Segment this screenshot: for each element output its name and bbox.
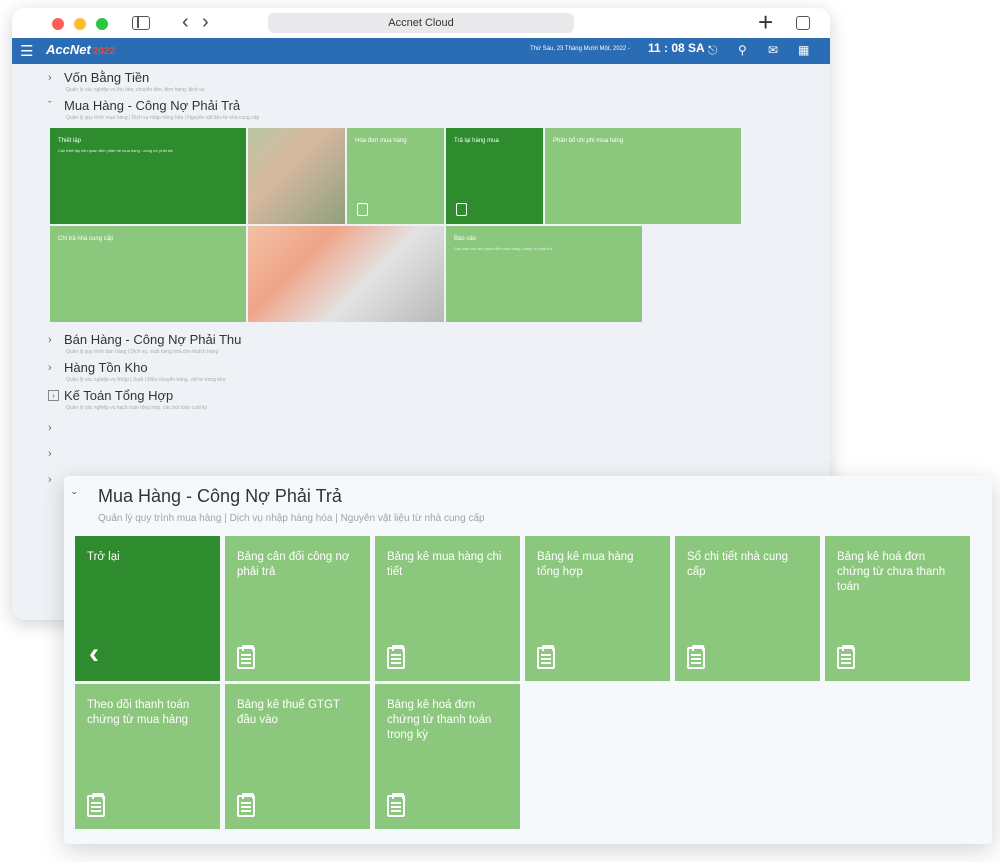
tile-label: Phân bổ chi phí mua hàng (553, 138, 624, 144)
document-icon (456, 203, 467, 216)
tile-label: Bảng kê mua hàng chi tiết (387, 551, 502, 578)
module-group[interactable]: › Bán Hàng - Công Nợ Phải Thu Quản lý quy… (48, 332, 830, 356)
module-header[interactable]: ˇ Mua Hàng - Công Nợ Phải Trả (72, 486, 342, 507)
module-subtitle: Quản lý các nghiệp vụ hạch toán tổng hợp… (66, 405, 208, 411)
tab-overview-icon[interactable] (796, 16, 810, 30)
forward-arrow-icon[interactable]: › (202, 10, 209, 34)
module-group[interactable]: › Vốn Bằng Tiền Quản lý các nghiệp vụ thu… (48, 70, 830, 94)
tile-reports[interactable]: Báo cáo Các báo cáo liên quan đến mua hà… (446, 226, 642, 322)
document-icon (357, 203, 368, 216)
clipboard-icon (237, 645, 255, 669)
minimize-window-button[interactable] (74, 18, 86, 30)
module-list: › Vốn Bằng Tiền Quản lý các nghiệp vụ thu… (12, 64, 830, 486)
module-title: Kế Toán Tổng Hợp (64, 388, 174, 403)
sidebar-toggle-icon[interactable] (132, 16, 150, 30)
tile-purchase-invoice[interactable]: Hóa đơn mua hàng (347, 128, 444, 224)
back-tile[interactable]: Trở lại ‹ (75, 536, 220, 681)
tile-label: Sổ chi tiết nhà cung cấp (687, 551, 789, 578)
module-title: Hàng Tồn Kho (64, 360, 148, 375)
browser-titlebar: ‹ › Accnet Cloud + (12, 8, 830, 38)
module-title: Vốn Bằng Tiền (64, 70, 150, 85)
tile-label: Bảng kê thuế GTGT đầu vào (237, 699, 340, 726)
tile-label: Trở lại (87, 551, 120, 563)
clipboard-icon (837, 645, 855, 669)
chevron-right-icon: › (48, 71, 52, 84)
tile-payables-balance[interactable]: Bảng cân đối công nợ phải trả (225, 536, 370, 681)
clipboard-icon (687, 645, 705, 669)
module-group[interactable]: › (48, 448, 830, 460)
tile-label: Bảng kê hoá đơn chứng từ chưa thanh toán (837, 551, 946, 593)
address-bar[interactable]: Accnet Cloud (268, 13, 574, 33)
module-subtitle: Quản lý quy trình bán hàng | Dịch vụ, xu… (66, 349, 219, 355)
chevron-right-icon: › (48, 474, 52, 486)
module-group[interactable]: › (48, 422, 830, 434)
date-label: Thứ Sáu, 23 Tháng Mười Một, 2022 - (530, 46, 630, 52)
tile-label: Bảng cân đối công nợ phải trả (237, 551, 350, 578)
module-title: Bán Hàng - Công Nợ Phải Thu (64, 332, 242, 347)
clipboard-icon (387, 645, 405, 669)
tile-label: Theo dõi thanh toán chứng từ mua hàng (87, 699, 190, 726)
tile-label: Chi trả nhà cung cấp (58, 236, 114, 242)
chevron-right-icon: › (48, 448, 52, 460)
tile-purchase-return[interactable]: Trả lại hàng mua (446, 128, 543, 224)
clipboard-icon (387, 793, 405, 817)
tile-photo (248, 226, 444, 322)
new-tab-icon[interactable]: + (758, 8, 773, 36)
chevron-left-icon: ‹ (89, 637, 99, 670)
module-subtitle: Quản lý quy trình mua hàng | Dịch vụ nhậ… (98, 513, 485, 524)
screenshot-stage: ‹ › Accnet Cloud + ☰ AccNet 2022 Thứ Sáu,… (0, 0, 1000, 862)
tile-supplier-ledger[interactable]: Sổ chi tiết nhà cung cấp (675, 536, 820, 681)
module-tiles: Thiết lập Các thiết lập liên quan đến ph… (50, 128, 750, 324)
menu-icon[interactable]: ☰ (20, 42, 33, 60)
tile-label: Bảng kê hoá đơn chứng từ thanh toán tron… (387, 699, 492, 741)
zoom-panel: ˇ Mua Hàng - Công Nợ Phải Trả Quản lý qu… (64, 476, 992, 844)
tile-label: Báo cáo (454, 236, 477, 242)
tile-setup[interactable]: Thiết lập Các thiết lập liên quan đến ph… (50, 128, 246, 224)
tile-paid-invoices[interactable]: Bảng kê hoá đơn chứng từ thanh toán tron… (375, 684, 520, 829)
module-subtitle: Quản lý quy trình mua hàng | Dịch vụ nhậ… (66, 115, 260, 121)
close-window-button[interactable] (52, 18, 64, 30)
module-group[interactable]: ˇ Mua Hàng - Công Nợ Phải Trả Quản lý quy… (48, 98, 830, 122)
chevron-down-icon: ˇ (48, 99, 52, 112)
tile-input-vat[interactable]: Bảng kê thuế GTGT đầu vào (225, 684, 370, 829)
module-group[interactable]: › Hàng Tồn Kho Quản lý các nghiệp vụ Nhập… (48, 360, 830, 384)
module-title: Mua Hàng - Công Nợ Phải Trả (98, 486, 342, 506)
tile-desc: Các thiết lập liên quan đến phân hệ mua … (58, 148, 173, 153)
tile-photo (248, 128, 345, 224)
mail-icon[interactable]: ✉ (768, 43, 778, 57)
tile-label: Trả lại hàng mua (454, 138, 499, 144)
tile-supplier-payment[interactable]: Chi trả nhà cung cấp (50, 226, 246, 322)
app-logo: AccNet 2022 (46, 42, 116, 57)
tile-label: Hóa đơn mua hàng (355, 138, 407, 144)
tile-cost-allocation[interactable]: Phân bổ chi phí mua hàng (545, 128, 741, 224)
chevron-right-icon: › (48, 333, 52, 346)
tile-payment-tracking[interactable]: Theo dõi thanh toán chứng từ mua hàng (75, 684, 220, 829)
module-subtitle: Quản lý các nghiệp vụ thu tiền, chuyển t… (66, 87, 205, 93)
tile-purchase-summary[interactable]: Bảng kê mua hàng tổng hợp (525, 536, 670, 681)
tile-label: Thiết lập (58, 138, 82, 144)
tile-label: Bảng kê mua hàng tổng hợp (537, 551, 634, 578)
chevron-down-icon: ˇ (72, 488, 77, 505)
clipboard-icon (87, 793, 105, 817)
app-header: ☰ AccNet 2022 Thứ Sáu, 23 Tháng Mười Một,… (12, 38, 830, 64)
module-subtitle: Quản lý các nghiệp vụ Nhập | Xuất | Điều… (66, 377, 226, 383)
clipboard-icon (537, 645, 555, 669)
back-arrow-icon[interactable]: ‹ (182, 10, 189, 34)
bell-icon[interactable]: ⎋ (708, 43, 718, 58)
tile-desc: Các báo cáo liên quan đến mua hàng, công… (454, 246, 552, 251)
chevron-right-icon: › (48, 390, 59, 401)
module-group[interactable]: › Kế Toán Tổng Hợp Quản lý các nghiệp vụ … (48, 388, 830, 412)
chevron-right-icon: › (48, 361, 52, 374)
chevron-right-icon: › (48, 422, 52, 434)
clock-label: 11 : 08 SA (648, 41, 705, 55)
search-icon[interactable]: ⚲ (738, 43, 747, 57)
module-title: Mua Hàng - Công Nợ Phải Trả (64, 98, 241, 113)
clipboard-icon (237, 793, 255, 817)
chart-icon[interactable]: ▦ (798, 43, 809, 57)
tile-unpaid-invoices[interactable]: Bảng kê hoá đơn chứng từ chưa thanh toán (825, 536, 970, 681)
maximize-window-button[interactable] (96, 18, 108, 30)
tile-purchase-detail[interactable]: Bảng kê mua hàng chi tiết (375, 536, 520, 681)
